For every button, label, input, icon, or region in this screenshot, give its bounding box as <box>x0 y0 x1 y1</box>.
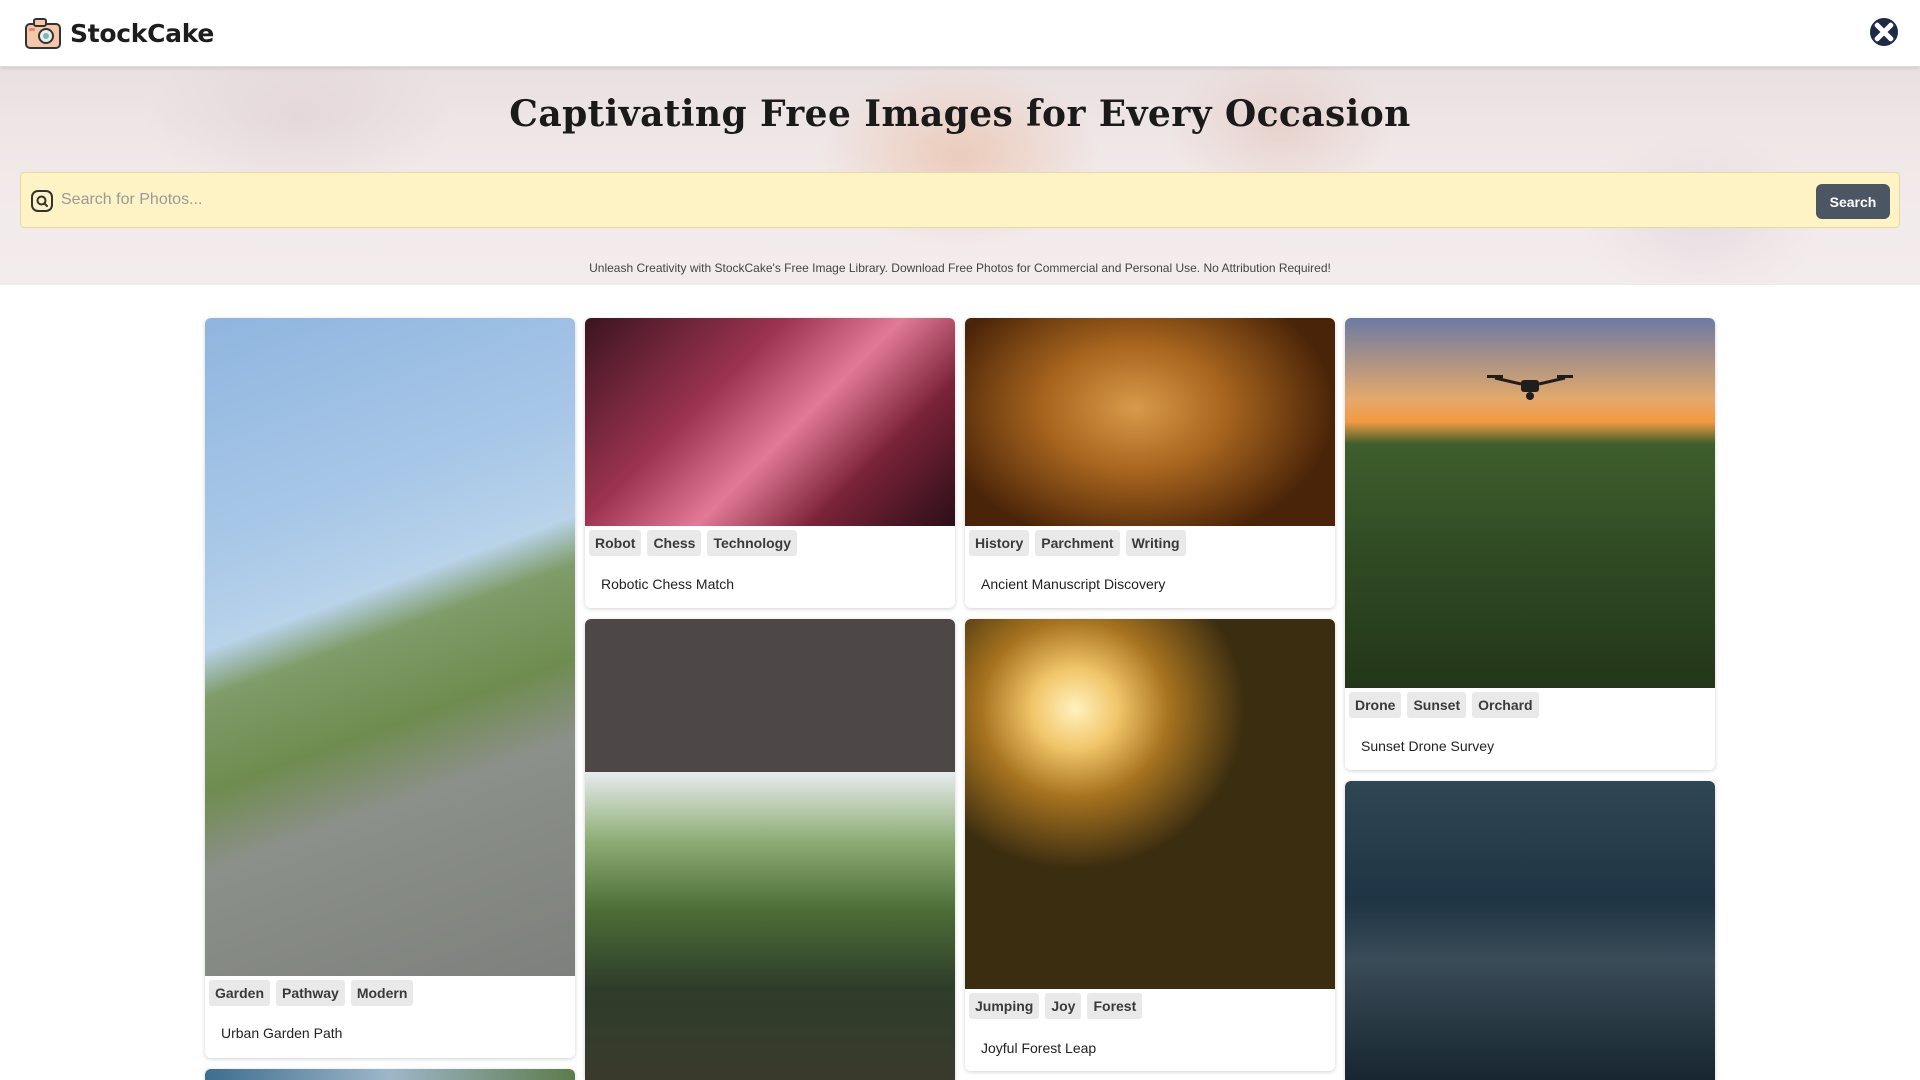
tag[interactable]: History <box>969 530 1030 556</box>
card-image[interactable] <box>965 318 1335 526</box>
site-logo[interactable]: StockCake <box>24 15 214 51</box>
card-title[interactable]: Joyful Forest Leap <box>981 1040 1096 1056</box>
image-card[interactable]: History Parchment Writing Ancient Manusc… <box>965 318 1335 608</box>
card-title[interactable]: Urban Garden Path <box>221 1025 342 1041</box>
card-image[interactable] <box>205 318 575 976</box>
tag[interactable]: Joy <box>1045 993 1082 1019</box>
tag[interactable]: Writing <box>1125 530 1186 556</box>
search-bar: Search <box>20 172 1900 228</box>
image-card[interactable] <box>1345 781 1715 1080</box>
tag[interactable]: Pathway <box>276 980 345 1006</box>
account-icon[interactable] <box>1870 18 1898 46</box>
site-name: StockCake <box>70 18 215 48</box>
tag[interactable]: Drone <box>1349 692 1402 718</box>
search-button[interactable]: Search <box>1816 184 1890 219</box>
card-title[interactable]: Ancient Manuscript Discovery <box>981 576 1165 592</box>
tag[interactable]: Jumping <box>969 993 1040 1019</box>
image-card[interactable]: Jumping Joy Forest Joyful Forest Leap <box>965 619 1335 1071</box>
card-image[interactable] <box>965 619 1335 989</box>
tag[interactable]: Orchard <box>1472 692 1539 718</box>
search-icon <box>31 190 53 212</box>
top-header: StockCake <box>0 0 1920 67</box>
tag[interactable]: Technology <box>707 530 797 556</box>
image-card[interactable]: Robot Chess Technology Robotic Chess Mat… <box>585 318 955 608</box>
camera-cake-icon <box>25 18 61 49</box>
tag[interactable]: Parchment <box>1035 530 1120 556</box>
tag[interactable]: Robot <box>589 530 642 556</box>
card-title[interactable]: Robotic Chess Match <box>601 576 734 592</box>
card-image[interactable] <box>1345 781 1715 1080</box>
hero-banner: Captivating Free Images for Every Occasi… <box>0 67 1920 285</box>
tag-list: Jumping Joy Forest <box>969 993 1143 1019</box>
drone-icon <box>1487 375 1573 400</box>
tag[interactable]: Chess <box>647 530 702 556</box>
tag[interactable]: Modern <box>350 980 414 1006</box>
tag-list: History Parchment Writing <box>969 530 1186 556</box>
card-image[interactable] <box>585 318 955 526</box>
hero-tagline: Unleash Creativity with StockCake's Free… <box>589 261 1331 275</box>
card-title[interactable]: Sunset Drone Survey <box>1361 738 1494 754</box>
tag[interactable]: Forest <box>1087 993 1143 1019</box>
tag[interactable]: Sunset <box>1407 692 1467 718</box>
image-card[interactable]: Drone Sunset Orchard Sunset Drone Survey <box>1345 318 1715 770</box>
image-card[interactable]: Garden Pathway Modern Urban Garden Path <box>205 318 575 1058</box>
image-card[interactable] <box>205 1069 575 1080</box>
card-image[interactable] <box>205 1069 575 1080</box>
tag[interactable]: Garden <box>209 980 271 1006</box>
tag-list: Garden Pathway Modern <box>209 980 414 1006</box>
tag-list: Robot Chess Technology <box>589 530 797 556</box>
image-card[interactable] <box>585 619 955 1080</box>
hero-title: Captivating Free Images for Every Occasi… <box>509 93 1411 135</box>
card-image[interactable] <box>585 772 955 1080</box>
card-image-letterbox <box>585 619 955 772</box>
tag-list: Drone Sunset Orchard <box>1349 692 1539 718</box>
search-input[interactable] <box>61 181 1801 219</box>
